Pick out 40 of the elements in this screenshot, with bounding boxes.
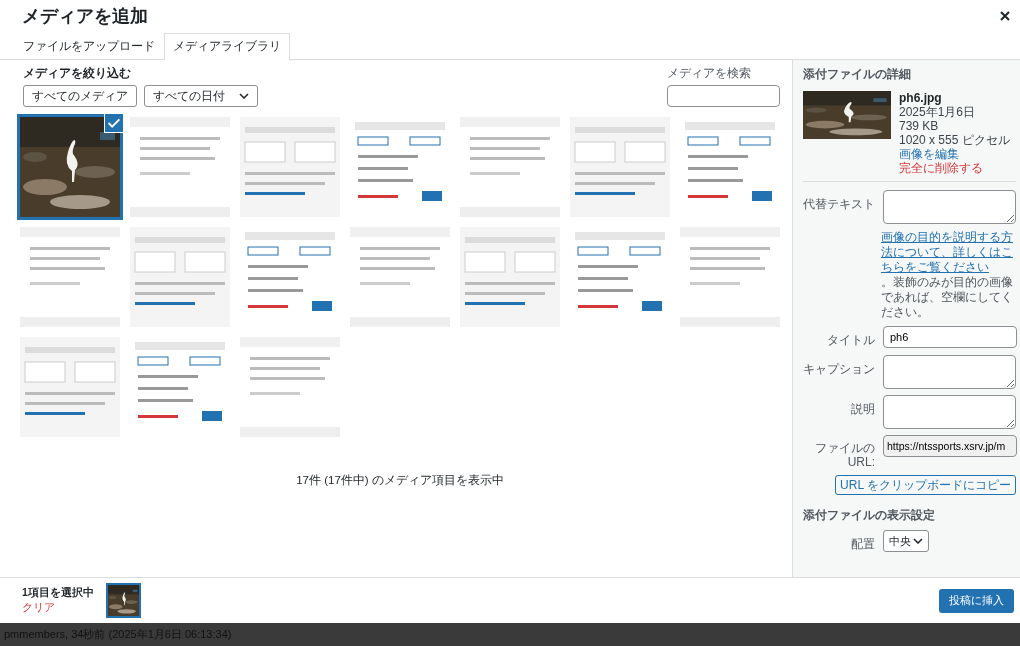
insert-button[interactable]: 投稿に挿入 bbox=[939, 588, 1014, 613]
media-type-select[interactable]: すべてのメディア bbox=[23, 85, 137, 107]
file-url-field[interactable]: https://ntssports.xsrv.jp/m bbox=[883, 435, 1017, 457]
filter-label: メディアを絞り込む bbox=[22, 66, 132, 81]
search-label: メディアを検索 bbox=[667, 66, 752, 81]
alt-text-field[interactable] bbox=[883, 190, 1016, 224]
modal-title: メディアを追加 bbox=[22, 5, 148, 28]
caption-field[interactable] bbox=[883, 355, 1016, 389]
field-label: ファイルの URL: bbox=[814, 440, 875, 469]
close-icon[interactable] bbox=[998, 9, 1012, 23]
help-text: 。装飾のみが目的の画像であれば、空欄にしてください。 bbox=[881, 275, 1014, 320]
chevron-icon bbox=[239, 93, 249, 99]
check-icon[interactable] bbox=[104, 113, 124, 133]
selected-thumbnail[interactable] bbox=[107, 585, 139, 616]
copy-url-button[interactable]: URL をクリップボードにコピー bbox=[835, 475, 1016, 495]
help-link[interactable]: 画像の目的を説明する方法について、詳しくはこちらをご覧ください bbox=[881, 230, 1016, 275]
tab[interactable]: メディアライブラリ bbox=[164, 33, 290, 60]
file-name: ph6.jpg bbox=[899, 91, 943, 105]
selection-count: 1項目を選択中 bbox=[22, 586, 94, 600]
title-field[interactable]: ph6 bbox=[883, 326, 1017, 348]
media-count-text: 17件 (17件中) のメディア項目を表示中 bbox=[295, 473, 505, 488]
display-settings-heading: 添付ファイルの表示設定 bbox=[803, 507, 936, 524]
field-label: キャプション bbox=[803, 361, 875, 378]
date-select[interactable]: すべての日付 bbox=[144, 85, 258, 107]
description-field[interactable] bbox=[883, 395, 1016, 429]
upload-date: 2025年1月6日 bbox=[899, 105, 977, 119]
field-label: 代替テキスト bbox=[803, 196, 875, 213]
alignment-select[interactable]: 中央 bbox=[883, 530, 929, 552]
chevron-icon bbox=[913, 538, 923, 544]
image-dimensions: 1020 x 555 ピクセル bbox=[899, 133, 1010, 147]
field-label: 説明 bbox=[850, 401, 875, 418]
search-field[interactable] bbox=[667, 85, 780, 107]
field-label: タイトル bbox=[826, 332, 875, 349]
edit-image-link[interactable]: 画像を編集 bbox=[899, 147, 1010, 161]
tab[interactable]: ファイルをアップロード bbox=[14, 33, 164, 60]
field-label: 配置 bbox=[850, 536, 875, 553]
details-heading: 添付ファイルの詳細 bbox=[803, 66, 912, 83]
delete-link[interactable]: 完全に削除する bbox=[899, 161, 1010, 175]
clear-link[interactable]: クリア bbox=[22, 600, 94, 615]
file-size: 739 KB bbox=[899, 119, 940, 133]
